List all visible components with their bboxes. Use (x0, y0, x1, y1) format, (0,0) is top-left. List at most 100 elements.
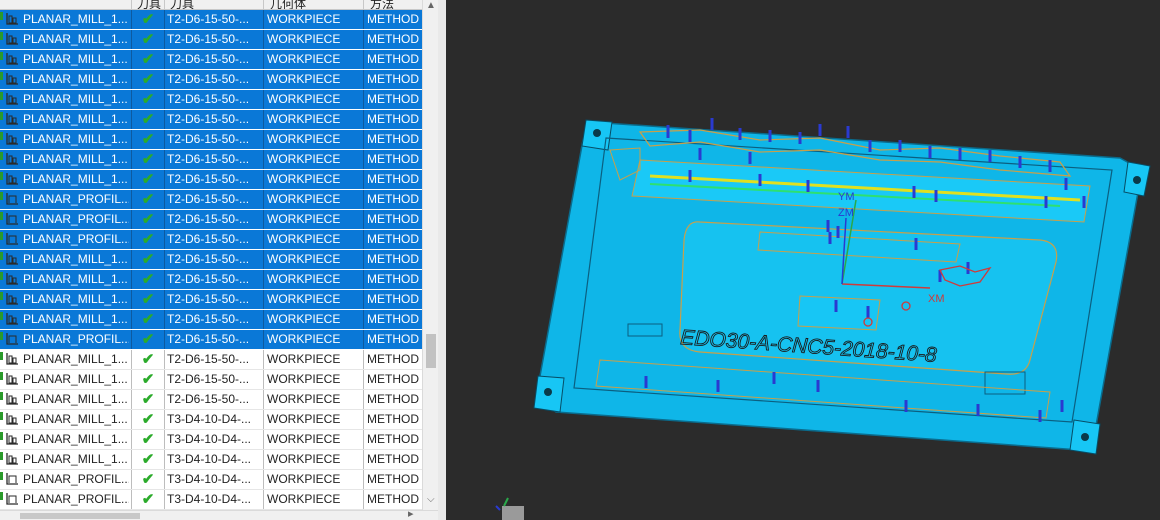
tool-cell: T2-D6-15-50-... (167, 172, 250, 186)
column-header-geometry[interactable]: 几何体 (270, 0, 306, 9)
status-tick-icon (0, 52, 3, 60)
operation-name[interactable]: PLANAR_MILL_1... (23, 150, 129, 169)
table-row[interactable]: PLANAR_PROFIL... ✔ T3-D4-10-D4-... WORKPIEC… (0, 490, 422, 510)
vertical-scrollbar[interactable]: ▲ ⌵ (422, 0, 438, 510)
method-cell: METHOD (367, 72, 419, 86)
planar-profile-icon (6, 213, 18, 225)
operation-name[interactable]: PLANAR_MILL_1... (23, 70, 129, 89)
table-row[interactable]: PLANAR_PROFIL... ✔ T2-D6-15-50-... WORKPIEC… (0, 230, 422, 250)
operation-name[interactable]: PLANAR_MILL_1... (23, 110, 129, 129)
operation-name[interactable]: PLANAR_PROFIL... (23, 330, 129, 349)
column-header-tool[interactable]: 刀具 (170, 0, 194, 9)
operation-name[interactable]: PLANAR_PROFIL... (23, 490, 129, 509)
geometry-cell: WORKPIECE (267, 452, 341, 466)
scroll-up-icon[interactable]: ▲ (426, 0, 436, 11)
geometry-cell: WORKPIECE (267, 52, 341, 66)
graphics-viewport[interactable]: YM ZM XM EDO30-A-CNC5-2018-10-8 (446, 0, 1160, 520)
operation-name[interactable]: PLANAR_MILL_1... (23, 350, 129, 369)
table-row[interactable]: PLANAR_MILL_1... ✔ T2-D6-15-50-... WORKPIEC… (0, 90, 422, 110)
operation-name[interactable]: PLANAR_PROFIL... (23, 190, 129, 209)
operation-name[interactable]: PLANAR_MILL_1... (23, 270, 129, 289)
tool-cell: T2-D6-15-50-... (167, 332, 250, 346)
operation-name[interactable]: PLANAR_MILL_1... (23, 90, 129, 109)
method-cell: METHOD (367, 152, 419, 166)
status-check-icon: ✔ (141, 91, 155, 108)
status-check-icon: ✔ (141, 391, 155, 408)
table-row[interactable]: PLANAR_MILL_1... ✔ T2-D6-15-50-... WORKPIEC… (0, 270, 422, 290)
tool-cell: T2-D6-15-50-... (167, 212, 250, 226)
table-row[interactable]: PLANAR_MILL_1... ✔ T2-D6-15-50-... WORKPIEC… (0, 50, 422, 70)
status-check-icon: ✔ (141, 271, 155, 288)
operation-name[interactable]: PLANAR_MILL_1... (23, 450, 129, 469)
scroll-right-icon[interactable]: ▸ (408, 507, 414, 520)
operation-name[interactable]: PLANAR_MILL_1... (23, 370, 129, 389)
table-row[interactable]: PLANAR_MILL_1... ✔ T3-D4-10-D4-... WORKPIEC… (0, 450, 422, 470)
status-check-icon: ✔ (141, 131, 155, 148)
status-check-icon: ✔ (141, 491, 155, 508)
status-tick-icon (0, 312, 3, 320)
status-tick-icon (0, 192, 3, 200)
method-cell: METHOD (367, 172, 419, 186)
panel-splitter[interactable] (438, 0, 446, 520)
status-check-icon: ✔ (141, 191, 155, 208)
operation-name[interactable]: PLANAR_MILL_1... (23, 170, 129, 189)
status-tick-icon (0, 152, 3, 160)
tool-cell: T2-D6-15-50-... (167, 252, 250, 266)
table-row[interactable]: PLANAR_PROFIL... ✔ T2-D6-15-50-... WORKPIEC… (0, 190, 422, 210)
table-row[interactable]: PLANAR_PROFIL... ✔ T3-D4-10-D4-... WORKPIEC… (0, 470, 422, 490)
part-model[interactable]: YM ZM XM EDO30-A-CNC5-2018-10-8 (446, 0, 1160, 520)
table-row[interactable]: PLANAR_MILL_1... ✔ T3-D4-10-D4-... WORKPIEC… (0, 410, 422, 430)
table-row[interactable]: PLANAR_MILL_1... ✔ T2-D6-15-50-... WORKPIEC… (0, 170, 422, 190)
table-row[interactable]: PLANAR_MILL_1... ✔ T2-D6-15-50-... WORKPIEC… (0, 150, 422, 170)
status-tick-icon (0, 12, 3, 20)
scroll-thumb[interactable] (426, 334, 436, 368)
operation-name[interactable]: PLANAR_PROFIL... (23, 210, 129, 229)
operation-name[interactable]: PLANAR_MILL_1... (23, 50, 129, 69)
operation-name[interactable]: PLANAR_MILL_1... (23, 130, 129, 149)
table-row[interactable]: PLANAR_MILL_1... ✔ T2-D6-15-50-... WORKPIEC… (0, 350, 422, 370)
table-row[interactable]: PLANAR_MILL_1... ✔ T2-D6-15-50-... WORKPIEC… (0, 310, 422, 330)
horizontal-scrollbar[interactable]: ▸ (0, 507, 438, 520)
table-row[interactable]: PLANAR_MILL_1... ✔ T2-D6-15-50-... WORKPIEC… (0, 370, 422, 390)
table-row[interactable]: PLANAR_MILL_1... ✔ T2-D6-15-50-... WORKPIEC… (0, 250, 422, 270)
method-cell: METHOD (367, 252, 419, 266)
table-row[interactable]: PLANAR_PROFIL... ✔ T2-D6-15-50-... WORKPIEC… (0, 330, 422, 350)
tool-cell: T2-D6-15-50-... (167, 92, 250, 106)
tool-cell: T2-D6-15-50-... (167, 372, 250, 386)
table-row[interactable]: PLANAR_MILL_1... ✔ T2-D6-15-50-... WORKPIEC… (0, 110, 422, 130)
horizontal-scroll-thumb[interactable] (20, 513, 140, 519)
status-tick-icon (0, 172, 3, 180)
operation-navigator: 刀具 刀具 几何体 方法 PLANAR_MILL_1... ✔ T2-D6-15-5… (0, 0, 438, 520)
xm-label: XM (928, 293, 945, 305)
table-row[interactable]: PLANAR_MILL_1... ✔ T2-D6-15-50-... WORKPIEC… (0, 30, 422, 50)
table-row[interactable]: PLANAR_MILL_1... ✔ T2-D6-15-50-... WORKPIEC… (0, 10, 422, 30)
table-row[interactable]: PLANAR_MILL_1... ✔ T3-D4-10-D4-... WORKPIEC… (0, 430, 422, 450)
table-row[interactable]: PLANAR_MILL_1... ✔ T2-D6-15-50-... WORKPIEC… (0, 290, 422, 310)
operation-name[interactable]: PLANAR_MILL_1... (23, 390, 129, 409)
operation-name[interactable]: PLANAR_PROFIL... (23, 470, 129, 489)
planar-profile-icon (6, 493, 18, 505)
table-row[interactable]: PLANAR_PROFIL... ✔ T2-D6-15-50-... WORKPIEC… (0, 210, 422, 230)
column-header-method[interactable]: 方法 (370, 0, 394, 9)
method-cell: METHOD (367, 192, 419, 206)
operation-name[interactable]: PLANAR_MILL_1... (23, 310, 129, 329)
operation-name[interactable]: PLANAR_PROFIL... (23, 230, 129, 249)
column-header-status[interactable]: 刀具 (137, 0, 161, 9)
scroll-down-icon[interactable]: ⌵ (427, 494, 435, 505)
geometry-cell: WORKPIECE (267, 112, 341, 126)
operation-name[interactable]: PLANAR_MILL_1... (23, 10, 129, 29)
status-tick-icon (0, 112, 3, 120)
table-row[interactable]: PLANAR_MILL_1... ✔ T2-D6-15-50-... WORKPIEC… (0, 130, 422, 150)
geometry-cell: WORKPIECE (267, 352, 341, 366)
status-check-icon: ✔ (141, 151, 155, 168)
status-tick-icon (0, 92, 3, 100)
operation-name[interactable]: PLANAR_MILL_1... (23, 250, 129, 269)
table-row[interactable]: PLANAR_MILL_1... ✔ T2-D6-15-50-... WORKPIEC… (0, 70, 422, 90)
operation-name[interactable]: PLANAR_MILL_1... (23, 410, 129, 429)
operation-name[interactable]: PLANAR_MILL_1... (23, 430, 129, 449)
operation-name[interactable]: PLANAR_MILL_1... (23, 30, 129, 49)
table-row[interactable]: PLANAR_MILL_1... ✔ T2-D6-15-50-... WORKPIEC… (0, 390, 422, 410)
status-check-icon: ✔ (141, 471, 155, 488)
geometry-cell: WORKPIECE (267, 172, 341, 186)
operation-name[interactable]: PLANAR_MILL_1... (23, 290, 129, 309)
